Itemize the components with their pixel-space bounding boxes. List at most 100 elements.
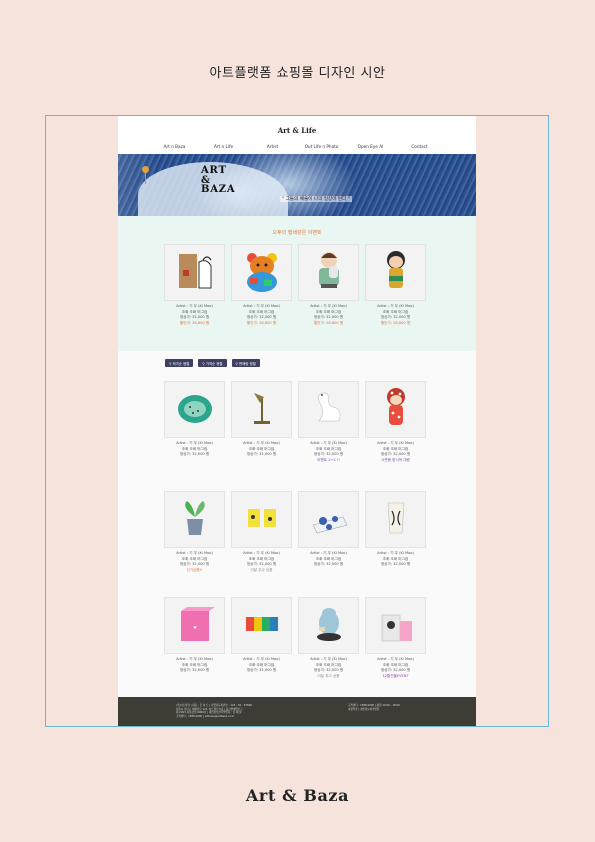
product-info: Artist : 기 무 (Ki Moo) 조화 조화 머그컵 정상가: 32,00… xyxy=(231,441,292,458)
product-sale-price: 할인가: 28,800 원 xyxy=(313,320,344,325)
product-card[interactable]: Artist : 기 무 (Ki Moo) 조화 조화 머그컵 정상가: 32,00… xyxy=(298,491,359,573)
site-header: Art & Life Art n Baza Art n Life Artist … xyxy=(118,116,476,154)
product-info: Artist : 기 무 (Ki Moo) 조화 조화 머그컵 정상가: 32,00… xyxy=(298,441,359,463)
hero-title: ART & BAZA xyxy=(201,165,236,195)
product-info: Artist : 기 무 (Ki Moo) 조화 조화 머그컵 정상가: 32,00… xyxy=(365,441,426,463)
page-title: 아트플랫폼 쇼핑몰 디자인 시안 xyxy=(209,66,386,81)
event-section: 오후의 행쇄같은 이벤트 Artist : 기 무 (Ki Moo) 조화 조화 … xyxy=(118,216,476,351)
footer-line: 이용약관 | 개인정보처리방침 xyxy=(348,707,380,711)
product-tag: 시즌용 한시적 대량 xyxy=(381,457,410,462)
footer-company-info: (주)아트바자 | 대표 : 홍 아 트 | 사업자등록번호 : 123 - 4… xyxy=(176,704,296,718)
product-card[interactable]: Artist : 기 무 (Ki Moo) 조화 조화 머그컵 정상가: 32,00… xyxy=(298,244,359,326)
product-image[interactable] xyxy=(298,597,359,654)
flower-stem-icon xyxy=(145,172,146,184)
brand-wordmark: Art & Baza xyxy=(245,786,350,805)
product-price: 정상가: 32,000 원 xyxy=(179,452,210,457)
product-image[interactable] xyxy=(231,381,292,438)
site-mockup: Art & Life Art n Baza Art n Life Artist … xyxy=(118,116,476,726)
product-card[interactable]: Artist : 기 무 (Ki Moo) 조화 조화 머그컵 정상가: 32,00… xyxy=(231,597,292,679)
footer-line: 고객센터 : 1588-0000 | artbaza@artbaza.co.kr xyxy=(176,714,235,718)
product-grid-row-3: ♥ Artist : 기 무 (Ki Moo) 조화 조화 머그컵 정상가: 32,0… xyxy=(164,597,426,679)
sort-by-artist-label: 작가순 정렬 xyxy=(172,361,190,366)
product-image[interactable] xyxy=(298,244,359,301)
product-info: Artist : 기 무 (Ki Moo) 조화 조화 머그컵 정상가: 32,00… xyxy=(164,304,225,326)
product-card[interactable]: Artist : 기 무 (Ki Moo) 조화 조화 머그컵 정상가: 32,00… xyxy=(365,244,426,326)
nav-item-artist[interactable]: Artist xyxy=(248,144,297,149)
doll-icon xyxy=(374,248,418,298)
nav-item-open-eye-ai[interactable]: Open Eye AI xyxy=(346,144,395,149)
lamp-icon xyxy=(240,385,284,435)
pink-box-icon: ♥ xyxy=(173,601,217,651)
nav-item-contact[interactable]: Contact xyxy=(395,144,444,149)
product-info: Artist : 기 무 (Ki Moo) 조화 조화 머그컵 정상가: 32,00… xyxy=(231,304,292,326)
product-info: Artist : 기 무 (Ki Moo) 조화 조화 머그컵 정상가: 32,00… xyxy=(231,551,292,573)
product-image[interactable] xyxy=(298,381,359,438)
product-image[interactable] xyxy=(231,597,292,654)
product-info: Artist : 기 무 (Ki Moo) 조화 조화 머그컵 정상가: 32,00… xyxy=(164,657,225,674)
plate-icon xyxy=(173,385,217,435)
svg-text:♥: ♥ xyxy=(193,625,197,630)
product-card[interactable]: Artist : 기 무 (Ki Moo) 조화 조화 머그컵 정상가: 32,00… xyxy=(298,381,359,463)
swan-icon xyxy=(307,385,351,435)
product-image[interactable] xyxy=(164,491,225,548)
product-price: 정상가: 32,000 원 xyxy=(313,562,344,567)
product-grid-row-1: Artist : 기 무 (Ki Moo) 조화 조화 머그컵 정상가: 32,00… xyxy=(164,381,426,463)
product-card[interactable]: Artist : 기 무 (Ki Moo) 조화 조화 머그컵 정상가: 32,00… xyxy=(231,244,292,326)
product-info: Artist : 기 무 (Ki Moo) 조화 조화 머그컵 정상가: 32,00… xyxy=(164,441,225,458)
product-price: 정상가: 32,000 원 xyxy=(380,562,411,567)
product-image[interactable]: ♥ xyxy=(164,597,225,654)
sort-by-sales-button[interactable]: ⚲ 판매량 정렬 xyxy=(231,359,260,367)
site-logo[interactable]: Art & Life xyxy=(118,126,476,135)
love-icon xyxy=(240,601,284,651)
event-product-grid: Artist : 기 무 (Ki Moo) 조화 조화 머그컵 정상가: 32,00… xyxy=(164,244,426,326)
product-tag: 12월건물EVENT xyxy=(382,673,409,678)
product-info: Artist : 기 무 (Ki Moo) 조화 조화 머그컵 정상가: 32,00… xyxy=(298,657,359,679)
nav-item-art-n-baza[interactable]: Art n Baza xyxy=(150,144,199,149)
product-card[interactable]: Artist : 기 무 (Ki Moo) 조화 조화 머그컵 정상가: 32,00… xyxy=(164,244,225,326)
sort-by-sales-label: 판매량 정렬 xyxy=(239,361,256,366)
product-tag: 이달 최고 상품 xyxy=(317,673,340,678)
product-tag: 인기상품!! xyxy=(186,567,203,572)
product-card[interactable]: Artist : 기 무 (Ki Moo) 조화 조화 머그컵 정상가: 32,00… xyxy=(365,597,426,679)
product-card[interactable]: Artist : 기 무 (Ki Moo) 조화 조화 머그컵 정상가: 32,00… xyxy=(164,491,225,573)
product-image[interactable] xyxy=(365,381,426,438)
product-card[interactable]: ♥ Artist : 기 무 (Ki Moo) 조화 조화 머그컵 정상가: 32,0… xyxy=(164,597,225,679)
flower-icon xyxy=(142,166,149,173)
main-nav: Art n Baza Art n Life Artist Out Life n … xyxy=(118,144,476,149)
product-info: Artist : 기 무 (Ki Moo) 조화 조화 머그컵 정상가: 32,00… xyxy=(298,304,359,326)
sort-by-artist-button[interactable]: ⚲ 작가순 정렬 xyxy=(165,359,194,367)
product-image[interactable] xyxy=(164,244,225,301)
product-grid-row-2: Artist : 기 무 (Ki Moo) 조화 조화 머그컵 정상가: 32,00… xyxy=(164,491,426,573)
product-info: Artist : 기 무 (Ki Moo) 조화 조화 머그컵 정상가: 32,00… xyxy=(365,551,426,568)
product-image[interactable] xyxy=(365,597,426,654)
event-title: 오후의 행쇄같은 이벤트 xyxy=(272,230,322,236)
product-price: 정상가: 32,000 원 xyxy=(179,668,210,673)
kokeshi-icon xyxy=(374,385,418,435)
hero-banner: ART & BAZA " 그들의 예술이 나의 일상이 된다 " xyxy=(118,154,476,216)
bear-icon xyxy=(240,248,284,298)
product-card[interactable]: Artist : 기 무 (Ki Moo) 조화 조화 머그컵 정상가: 32,00… xyxy=(164,381,225,463)
vase-icon xyxy=(374,495,418,545)
product-tag: 이벤트 1+1 !! xyxy=(317,457,340,462)
product-info: Artist : 기 무 (Ki Moo) 조화 조화 머그컵 정상가: 32,00… xyxy=(365,657,426,679)
bag-icon xyxy=(173,248,217,298)
nav-item-art-n-life[interactable]: Art n Life xyxy=(199,144,248,149)
product-sale-price: 할인가: 28,800 원 xyxy=(380,320,411,325)
product-card[interactable]: Artist : 기 무 (Ki Moo) 조화 조화 머그컵 정상가: 32,00… xyxy=(365,381,426,463)
product-image[interactable] xyxy=(298,491,359,548)
product-image[interactable] xyxy=(164,381,225,438)
product-image[interactable] xyxy=(365,244,426,301)
product-image[interactable] xyxy=(231,244,292,301)
product-image[interactable] xyxy=(231,491,292,548)
product-sale-price: 할인가: 28,800 원 xyxy=(179,320,210,325)
product-card[interactable]: Artist : 기 무 (Ki Moo) 조화 조화 머그컵 정상가: 32,00… xyxy=(231,491,292,573)
sort-by-price-button[interactable]: ⚲ 가격순 정렬 xyxy=(198,359,227,367)
nav-item-out-life-n-photo[interactable]: Out Life n Photo xyxy=(297,144,346,149)
product-image[interactable] xyxy=(365,491,426,548)
site-footer: (주)아트바자 | 대표 : 홍 아 트 | 사업자등록번호 : 123 - 4… xyxy=(118,697,476,726)
product-card[interactable]: Artist : 기 무 (Ki Moo) 조화 조화 머그컵 정상가: 32,00… xyxy=(298,597,359,679)
sort-filters: ⚲ 작가순 정렬 ⚲ 가격순 정렬 ⚲ 판매량 정렬 xyxy=(165,359,260,367)
product-card[interactable]: Artist : 기 무 (Ki Moo) 조화 조화 머그컵 정상가: 32,00… xyxy=(231,381,292,463)
product-sale-price: 할인가: 28,800 원 xyxy=(246,320,277,325)
product-card[interactable]: Artist : 기 무 (Ki Moo) 조화 조화 머그컵 정상가: 32,00… xyxy=(365,491,426,573)
